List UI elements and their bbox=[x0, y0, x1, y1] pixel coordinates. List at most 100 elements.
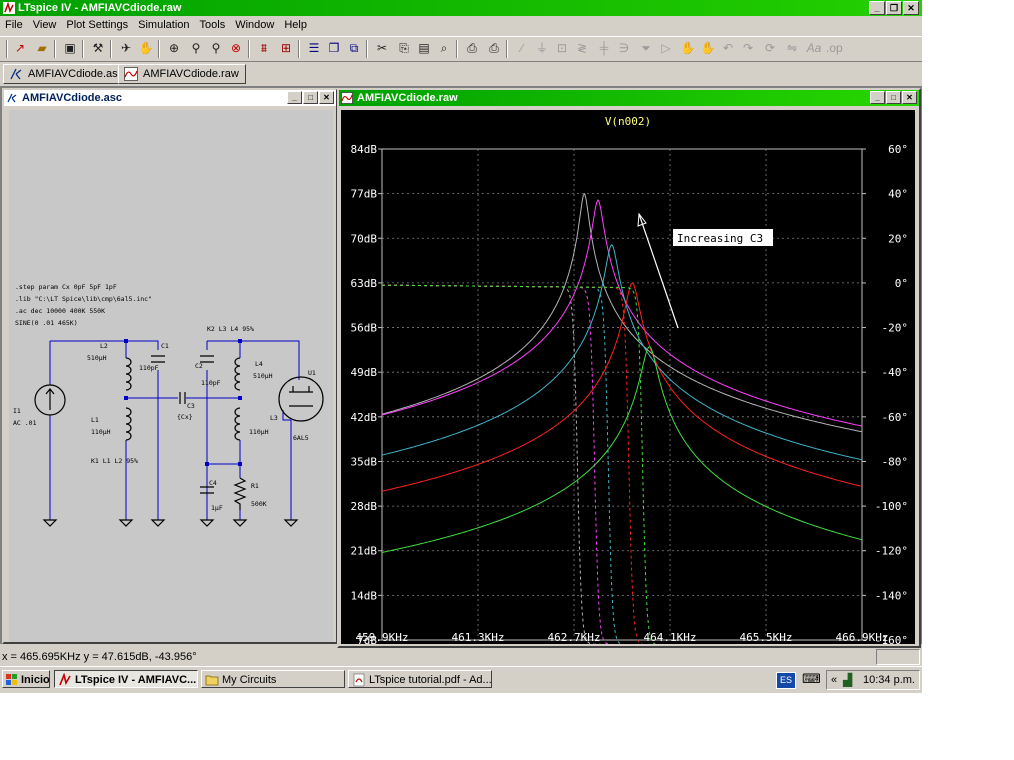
component-label[interactable]: C4 bbox=[209, 479, 217, 487]
app-title-bar[interactable]: LTspice IV - AMFIAVCdiode.raw _ ❐ ✕ bbox=[0, 0, 922, 16]
zoom-cancel-icon[interactable]: ⊗ bbox=[228, 40, 244, 56]
network-icon[interactable]: ▟ bbox=[843, 671, 852, 689]
wire-icon[interactable]: ∕ bbox=[514, 40, 530, 56]
inductor-l4[interactable] bbox=[234, 357, 241, 391]
waveform-window-title-bar[interactable]: AMFIAVCdiode.raw _ □ ✕ bbox=[339, 90, 919, 106]
menu-simulation[interactable]: Simulation bbox=[133, 19, 194, 31]
tab-waveform[interactable]: AMFIAVCdiode.raw bbox=[118, 64, 246, 84]
menu-window[interactable]: Window bbox=[230, 19, 279, 31]
move-icon[interactable]: ✋ bbox=[680, 40, 696, 56]
halt-icon[interactable]: ✋ bbox=[138, 40, 154, 56]
phase-curve[interactable] bbox=[381, 284, 862, 644]
rotate-icon[interactable]: ⟳ bbox=[762, 40, 778, 56]
coupling-directive[interactable]: K1 L1 L2 95% bbox=[91, 457, 138, 465]
print-icon[interactable]: ⎙ bbox=[464, 40, 480, 56]
component-value[interactable]: 110µH bbox=[249, 428, 269, 436]
zoom-area-icon[interactable]: ⊕ bbox=[166, 40, 182, 56]
clock[interactable]: 10:34 p.m. bbox=[863, 671, 915, 689]
magnitude-curve[interactable] bbox=[381, 192, 863, 433]
component-label[interactable]: L4 bbox=[255, 360, 263, 368]
paste-icon[interactable]: ▤ bbox=[416, 40, 432, 56]
component-label[interactable]: L1 bbox=[91, 416, 99, 424]
hammer-icon[interactable]: ⚒ bbox=[90, 40, 106, 56]
coupling-directive[interactable]: K2 L3 L4 95% bbox=[207, 325, 254, 333]
component-label[interactable]: C3 bbox=[187, 402, 195, 410]
task-my-circuits[interactable]: My Circuits bbox=[201, 670, 345, 688]
component-value[interactable]: {Cx} bbox=[177, 413, 193, 421]
tile-horizontal-icon[interactable]: ☰ bbox=[306, 40, 322, 56]
cut-icon[interactable]: ✂ bbox=[374, 40, 390, 56]
component-value[interactable]: AC .01 bbox=[13, 419, 37, 427]
spice-directive[interactable]: .lib "C:\LT Spice\lib\cmp\6al5.inc" bbox=[15, 295, 152, 303]
series-3[interactable] bbox=[381, 244, 863, 644]
maximize-button[interactable]: □ bbox=[886, 91, 901, 104]
close-button[interactable]: ✕ bbox=[319, 91, 334, 104]
phase-curve[interactable] bbox=[381, 284, 862, 644]
run-icon[interactable]: ✈ bbox=[118, 40, 134, 56]
menu-plot-settings[interactable]: Plot Settings bbox=[61, 19, 133, 31]
restore-button[interactable]: ❐ bbox=[886, 1, 902, 15]
resistor-icon[interactable]: ≷ bbox=[574, 40, 590, 56]
grid-icon[interactable]: ⊞ bbox=[278, 40, 294, 56]
print-setup-icon[interactable]: ⎙ bbox=[486, 40, 502, 56]
vacuum-tube-u1[interactable] bbox=[278, 376, 324, 422]
open-icon[interactable]: ▰ bbox=[34, 40, 50, 56]
minimize-button[interactable]: _ bbox=[287, 91, 302, 104]
text-icon[interactable]: Aa bbox=[806, 40, 822, 56]
schematic-window-title-bar[interactable]: AMFIAVCdiode.asc _ □ ✕ bbox=[4, 90, 336, 106]
magnitude-curve[interactable] bbox=[381, 282, 863, 492]
menu-view[interactable]: View bbox=[28, 19, 62, 31]
spice-directive-icon[interactable]: .op bbox=[826, 40, 843, 56]
annotation[interactable]: Increasing C3 bbox=[637, 212, 773, 329]
zoom-out-icon[interactable]: ⚲ bbox=[208, 40, 224, 56]
menu-help[interactable]: Help bbox=[279, 19, 312, 31]
component-value[interactable]: 1µF bbox=[211, 504, 223, 512]
drag-icon[interactable]: ✋ bbox=[700, 40, 716, 56]
tray-expand-icon[interactable]: « bbox=[831, 671, 837, 689]
phase-curve[interactable] bbox=[381, 284, 862, 644]
resistor-r1[interactable] bbox=[233, 477, 247, 510]
plot-title[interactable]: V(n002) bbox=[605, 115, 651, 128]
magnitude-curve[interactable] bbox=[381, 198, 863, 427]
mirror-icon[interactable]: ⇋ bbox=[784, 40, 800, 56]
series-2[interactable] bbox=[381, 198, 863, 644]
magnitude-curve[interactable] bbox=[381, 346, 863, 553]
annotation-text[interactable]: Increasing C3 bbox=[677, 232, 763, 245]
component-icon[interactable]: ▷ bbox=[658, 40, 674, 56]
redo-icon[interactable]: ↷ bbox=[740, 40, 756, 56]
autorange-icon[interactable]: ⩩ bbox=[256, 40, 272, 56]
spice-directive[interactable]: SINE(0 .01 465K) bbox=[15, 319, 78, 327]
component-label[interactable]: L2 bbox=[100, 342, 108, 350]
tab-schematic[interactable]: AMFIAVCdiode.asc bbox=[3, 64, 131, 84]
task-pdf[interactable]: LTspice tutorial.pdf - Ad... bbox=[348, 670, 492, 688]
close-button[interactable]: ✕ bbox=[903, 1, 919, 15]
close-button[interactable]: ✕ bbox=[902, 91, 917, 104]
component-value[interactable]: 500K bbox=[251, 500, 267, 508]
waveform-plot[interactable]: V(n002) 84dB 60° 77dB 40° 70dB 20° 63dB 0° 56dB -… bbox=[341, 110, 915, 644]
component-label[interactable]: U1 bbox=[308, 369, 316, 377]
find-icon[interactable]: ⌕ bbox=[436, 40, 452, 56]
component-label[interactable]: R1 bbox=[251, 482, 259, 490]
inductor-l3[interactable] bbox=[234, 407, 241, 441]
inductor-l1[interactable] bbox=[125, 407, 132, 441]
menu-tools[interactable]: Tools bbox=[195, 19, 231, 31]
spice-directive[interactable]: .ac dec 10000 400K 550K bbox=[15, 307, 105, 315]
spice-directive[interactable]: .step param Cx 0pF 5pF 1pF bbox=[15, 283, 117, 291]
language-indicator[interactable]: ES bbox=[776, 672, 796, 689]
ground-icon[interactable]: ⏚ bbox=[534, 40, 550, 56]
component-value[interactable]: 510µH bbox=[253, 372, 273, 380]
maximize-button[interactable]: □ bbox=[303, 91, 318, 104]
start-button[interactable]: Inicio bbox=[2, 670, 50, 688]
component-value[interactable]: 110pF bbox=[201, 379, 221, 387]
keyboard-icon[interactable]: ⌨ bbox=[802, 671, 821, 687]
ground-symbols[interactable] bbox=[42, 519, 299, 527]
cascade-icon[interactable]: ❐ bbox=[326, 40, 342, 56]
phase-curve[interactable] bbox=[381, 284, 862, 644]
series-4[interactable] bbox=[381, 282, 863, 644]
save-icon[interactable]: ▣ bbox=[62, 40, 78, 56]
minimize-button[interactable]: _ bbox=[869, 1, 885, 15]
diode-icon[interactable]: ⏷ bbox=[638, 40, 654, 56]
undo-icon[interactable]: ↶ bbox=[720, 40, 736, 56]
series-5[interactable] bbox=[381, 284, 863, 644]
series-1[interactable] bbox=[381, 192, 863, 644]
